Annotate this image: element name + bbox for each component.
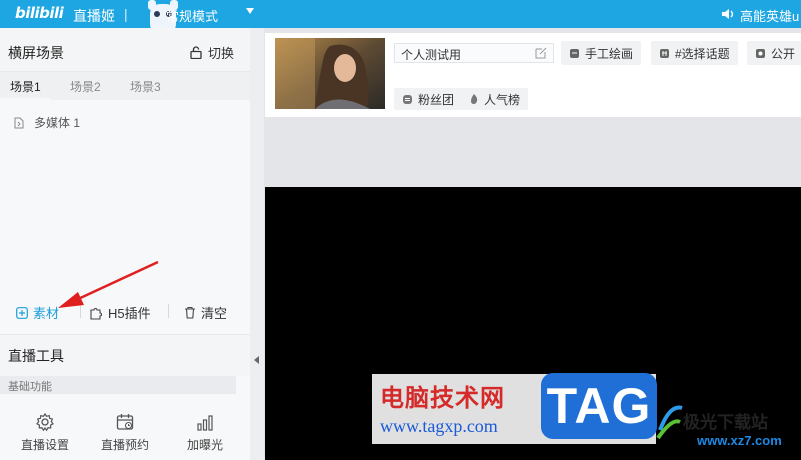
- category-label: 手工绘画: [585, 46, 634, 61]
- tool-live-reservation[interactable]: 直播预约: [90, 412, 160, 453]
- tool-label: 直播预约: [100, 438, 149, 452]
- left-panel: 横屏场景 切换 场景1 场景2 场景3 多媒体 1 素材 H5插件 清空 直播工…: [0, 28, 250, 460]
- watermark-brand: 极光下载站: [683, 413, 768, 432]
- fans-club-button[interactable]: 粉丝团: [394, 88, 463, 110]
- gear-icon: [36, 412, 54, 432]
- watermark-site-url: www.tagxp.com: [380, 416, 498, 436]
- bar-chart-icon: [197, 415, 213, 431]
- announcement-text[interactable]: 高能英雄u: [740, 6, 799, 25]
- switch-scene-button[interactable]: 切换: [190, 43, 234, 62]
- fans-icon: [403, 94, 412, 104]
- pen-icon: [570, 48, 579, 58]
- chevron-left-icon[interactable]: [254, 356, 259, 364]
- divider: [80, 304, 81, 318]
- speaker-icon: [722, 9, 734, 19]
- tool-boost-exposure[interactable]: 加曝光: [170, 412, 240, 453]
- tab-scene-3[interactable]: 场景3: [130, 78, 161, 95]
- room-cover-image[interactable]: [275, 38, 385, 109]
- clear-button[interactable]: 清空: [184, 303, 227, 322]
- mode-selector[interactable]: 常规模式: [166, 6, 218, 25]
- cover-photo: [275, 38, 385, 109]
- room-title-field[interactable]: 个人测试用: [394, 43, 554, 63]
- tool-live-settings[interactable]: 直播设置: [10, 412, 80, 453]
- bilibili-logo: bilibili: [15, 4, 64, 22]
- tools-title: 直播工具: [8, 348, 64, 364]
- swirl-logo-icon: [656, 405, 683, 440]
- flame-icon: [471, 94, 478, 104]
- source-label: 多媒体 1: [34, 116, 81, 130]
- watermark-site-name: 电脑技术网: [380, 383, 505, 412]
- calendar-icon: [116, 414, 134, 430]
- tools-header: 直播工具: [0, 334, 250, 376]
- switch-label: 切换: [208, 46, 235, 61]
- preview-spacer: [265, 117, 801, 187]
- source-item[interactable]: 多媒体 1: [14, 114, 80, 131]
- h5-plugin-button[interactable]: H5插件: [89, 303, 151, 322]
- tool-label: 加曝光: [186, 438, 223, 452]
- edit-icon[interactable]: [535, 47, 547, 59]
- scene-action-bar: 素材 H5插件 清空: [0, 296, 250, 326]
- file-icon: [14, 117, 24, 128]
- topic-label: #选择话题: [675, 46, 730, 61]
- basic-functions-section: 基础功能: [0, 376, 236, 394]
- tab-scene-1[interactable]: 场景1: [10, 78, 41, 95]
- clear-label: 清空: [201, 306, 228, 321]
- trash-icon: [185, 306, 195, 319]
- panel-collapse-handle[interactable]: [250, 28, 264, 460]
- tool-label: 直播设置: [20, 438, 69, 452]
- share-icon: [756, 48, 765, 58]
- section-label: 基础功能: [8, 381, 52, 393]
- scene-title: 横屏场景: [8, 45, 64, 61]
- room-info-card: 个人测试用 手工绘画 #选择话题 公开 粉丝团 人气榜: [265, 33, 801, 117]
- watermark-tag-logo: TAG: [541, 373, 657, 439]
- add-material-button[interactable]: 素材: [16, 303, 59, 322]
- watermark-brand-url: www.xz7.com: [697, 433, 782, 448]
- tab-scene-2[interactable]: 场景2: [70, 78, 101, 95]
- chevron-down-icon[interactable]: [246, 8, 254, 14]
- lock-icon: [190, 46, 202, 59]
- material-label: 素材: [33, 306, 60, 321]
- popularity-rank-label: 人气榜: [484, 92, 521, 107]
- scene-header: 横屏场景 切换: [0, 28, 250, 72]
- app-name: 直播姬: [73, 8, 115, 24]
- hash-icon: [660, 48, 669, 58]
- scene-tabs: 场景1 场景2 场景3: [0, 72, 250, 100]
- popularity-rank-button[interactable]: 人气榜: [461, 88, 529, 110]
- category-button[interactable]: 手工绘画: [561, 41, 642, 65]
- title-separator: |: [124, 6, 128, 22]
- public-button[interactable]: 公开: [747, 41, 801, 65]
- fans-club-label: 粉丝团: [418, 92, 455, 107]
- public-label: 公开: [771, 46, 796, 61]
- plus-box-icon: [16, 306, 28, 319]
- h5-plugin-label: H5插件: [108, 306, 151, 321]
- topic-button[interactable]: #选择话题: [651, 41, 738, 65]
- room-title-value: 个人测试用: [401, 48, 462, 62]
- puzzle-icon: [90, 307, 102, 320]
- divider: [168, 304, 169, 318]
- source-list: 多媒体 1: [0, 100, 250, 294]
- title-bar: bilibili 直播姬 | 常规模式 高能英雄u: [0, 0, 801, 34]
